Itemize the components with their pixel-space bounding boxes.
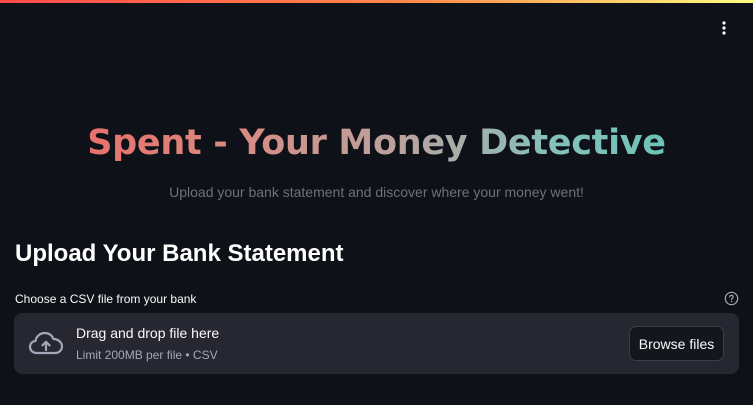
cloud-upload-icon	[28, 331, 64, 355]
file-dropzone[interactable]: Drag and drop file here Limit 200MB per …	[14, 313, 739, 374]
page-title: Spent - Your Money Detective	[87, 123, 666, 163]
main-menu-button[interactable]	[712, 16, 736, 40]
header-decoration-bar	[0, 0, 753, 3]
page-subtitle: Upload your bank statement and discover …	[169, 184, 584, 200]
section-title: Upload Your Bank Statement	[15, 240, 344, 267]
more-vertical-icon	[722, 21, 726, 35]
dropzone-instruction: Drag and drop file here	[76, 325, 220, 341]
uploader-label: Choose a CSV file from your bank	[15, 292, 197, 306]
dropzone-limit: Limit 200MB per file • CSV	[76, 348, 218, 362]
help-circle-icon[interactable]	[724, 291, 739, 306]
browse-files-button[interactable]: Browse files	[629, 326, 724, 361]
